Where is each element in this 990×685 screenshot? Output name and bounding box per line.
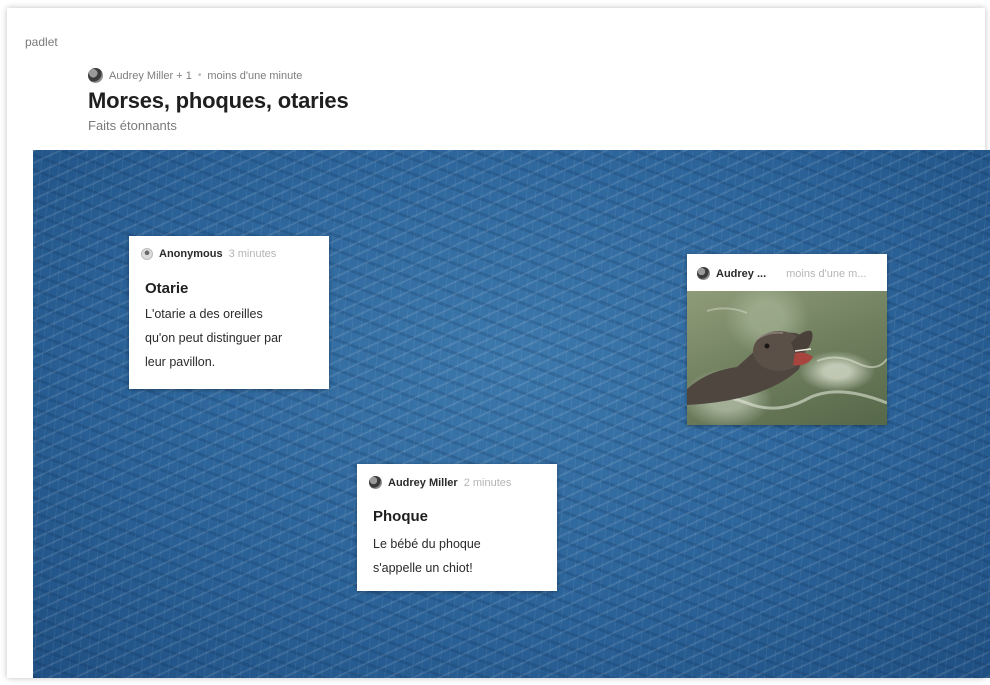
post-time: 2 minutes — [463, 476, 512, 489]
board-title[interactable]: Morses, phoques, otaries — [88, 88, 349, 114]
post-card-image[interactable]: Audrey ... moins d'une m... — [687, 254, 887, 425]
post-title: Phoque — [373, 508, 428, 525]
post-body: L'otarie a des oreilles qu'on peut disti… — [145, 302, 282, 374]
meta-separator: • — [197, 70, 202, 81]
padlet-logo-link[interactable]: padlet — [25, 35, 58, 49]
post-time: moins d'une m... — [786, 267, 867, 280]
author-avatar-icon[interactable] — [88, 68, 103, 83]
post-author: Audrey ... — [716, 267, 767, 280]
post-body-line: leur pavillon. — [145, 355, 216, 369]
post-card-otarie[interactable]: Anonymous 3 minutes Otarie L'otarie a de… — [129, 236, 329, 389]
padlet-window: padlet Audrey Miller + 1 • moins d'une m… — [7, 8, 990, 678]
post-header: Audrey Miller 2 minutes — [369, 476, 511, 489]
post-header: Audrey ... moins d'une m... — [697, 267, 877, 280]
post-body-line: s'appelle un chiot! — [373, 561, 473, 575]
post-card-phoque[interactable]: Audrey Miller 2 minutes Phoque Le bébé d… — [357, 464, 557, 591]
board-subtitle[interactable]: Faits étonnants — [88, 118, 177, 133]
post-title: Otarie — [145, 280, 189, 297]
author-avatar-icon — [697, 267, 710, 280]
board-updated-time: moins d'une minute — [207, 69, 303, 82]
post-body-line: L'otarie a des oreilles — [145, 307, 263, 321]
sea-lion-photo[interactable] — [687, 291, 887, 425]
post-body: Le bébé du phoque s'appelle un chiot! — [373, 532, 481, 580]
board-meta: Audrey Miller + 1 • moins d'une minute — [88, 68, 302, 83]
post-body-line: qu'on peut distinguer par — [145, 331, 283, 345]
board-authors[interactable]: Audrey Miller + 1 — [109, 70, 192, 82]
sea-lion-illustration — [687, 307, 887, 410]
post-time: 3 minutes — [228, 248, 277, 260]
post-body-line: Le bébé du phoque — [373, 537, 481, 551]
post-author: Anonymous — [159, 248, 223, 260]
anonymous-avatar-icon — [141, 248, 153, 260]
post-author: Audrey Miller — [388, 476, 458, 489]
author-avatar-icon — [369, 476, 382, 489]
board-canvas[interactable]: Anonymous 3 minutes Otarie L'otarie a de… — [33, 150, 990, 678]
post-header: Anonymous 3 minutes — [141, 248, 276, 260]
